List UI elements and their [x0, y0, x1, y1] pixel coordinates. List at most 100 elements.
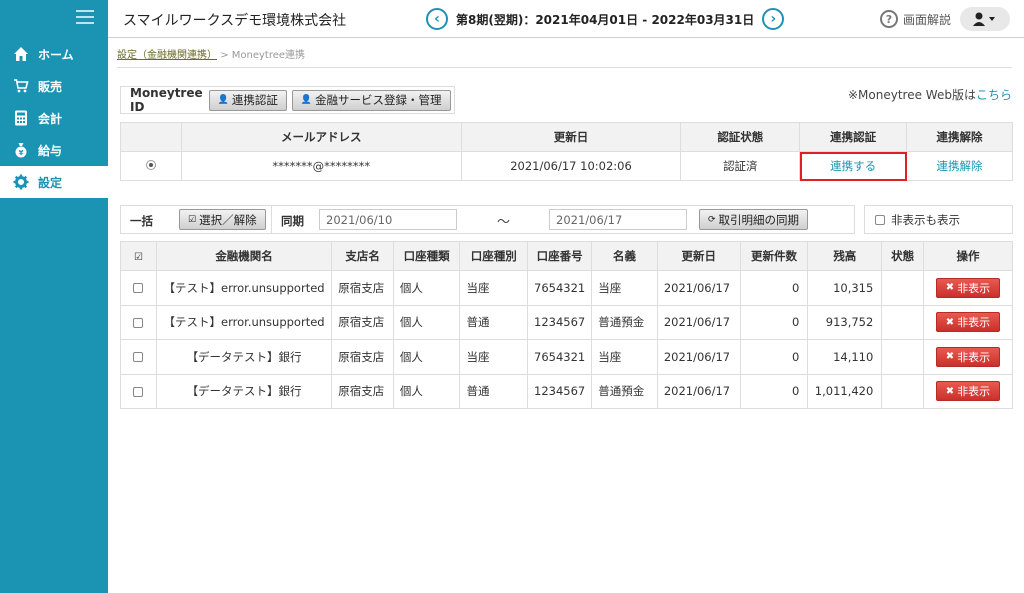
account-radio[interactable]: [145, 160, 156, 170]
col-header: 連携解除: [906, 122, 1013, 152]
sidebar-item-accounting[interactable]: 会計: [0, 102, 108, 134]
branch-cell: 原宿支店: [331, 270, 394, 306]
hide-button-label: 非表示: [957, 350, 991, 364]
help-label: 画面解説: [903, 12, 952, 27]
state-cell: [881, 373, 925, 409]
row-checkbox[interactable]: [133, 352, 144, 363]
bank-name-cell: 【データテスト】銀行: [155, 373, 333, 409]
money-bag-icon: ¥: [12, 141, 30, 159]
sidebar-item-payroll[interactable]: ¥ 給与: [0, 134, 108, 166]
date-from-input[interactable]: [319, 209, 457, 230]
sidebar-item-label: 会計: [38, 111, 63, 126]
sidebar-item-label: 販売: [38, 79, 63, 94]
account-holder-cell: 普通預金: [591, 304, 658, 340]
hide-button[interactable]: ✖ 非表示: [936, 346, 1000, 367]
balance-cell: 913,752: [807, 304, 883, 340]
checkbox-cell: [120, 373, 157, 409]
checkbox-cell: [120, 270, 157, 306]
account-number-cell: 1234567: [527, 304, 593, 340]
row-checkbox[interactable]: [133, 283, 144, 294]
col-header: 操作: [923, 241, 1013, 271]
prev-period-button[interactable]: ‹: [426, 8, 448, 30]
table-row: 【データテスト】銀行 原宿支店 個人 当座 7654321 当座 2021/06/17 0 14…: [120, 339, 1013, 375]
account-kind-cell: 個人: [392, 373, 461, 409]
account-type-cell: 普通: [459, 304, 529, 340]
range-tilde: ～: [497, 215, 511, 230]
manage-services-label: 金融サービス登録・管理: [315, 93, 442, 107]
next-period-button[interactable]: ›: [762, 8, 785, 30]
row-checkbox[interactable]: [133, 317, 144, 328]
person-icon: 👤: [217, 95, 229, 105]
web-version-note: ※Moneytree Web版はこちら: [848, 86, 1012, 103]
status-cell: 認証済: [680, 151, 801, 181]
user-menu-button[interactable]: [960, 7, 1010, 31]
account-list-table: ☑ 金融機関名 支店名 口座種類 口座種別 口座番号 名義 更新日 更新件数 残…: [120, 241, 1013, 409]
account-holder-cell: 普通預金: [591, 373, 658, 409]
close-icon: ✖: [945, 282, 955, 294]
balance-cell: 1,011,420: [807, 373, 883, 409]
toggle-select-button[interactable]: ☑ 選択／解除: [179, 209, 266, 230]
col-header: 金融機関名: [155, 241, 333, 271]
bulk-label: 一括: [130, 214, 153, 228]
updated-date-cell: 2021/06/17: [656, 339, 741, 375]
show-hidden-checkbox[interactable]: [875, 214, 885, 225]
update-count-cell: 0: [739, 373, 809, 409]
header: スマイルワークスデモ環境株式会社 ‹ 第8期(翌期)：2021年04月01日 -…: [108, 0, 1024, 38]
sync-transactions-button[interactable]: ⟳ 取引明細の同期: [699, 209, 809, 230]
unlink-account-link[interactable]: 連携解除: [937, 159, 983, 173]
account-type-cell: 当座: [459, 339, 529, 375]
help-button[interactable]: ? 画面解説: [880, 10, 951, 28]
svg-text:¥: ¥: [19, 149, 24, 157]
table-header-row: ☑ 金融機関名 支店名 口座種類 口座種別 口座番号 名義 更新日 更新件数 残…: [120, 241, 1013, 271]
updated-date-cell: 2021/06/17: [656, 304, 741, 340]
col-header: 支店名: [331, 241, 394, 271]
bank-name-cell: 【データテスト】銀行: [155, 339, 333, 375]
col-header: 口座番号: [527, 241, 593, 271]
sidebar-item-label: ホーム: [38, 47, 74, 62]
update-count-cell: 0: [739, 339, 809, 375]
breadcrumb-separator: >: [220, 50, 229, 61]
home-icon: [12, 45, 30, 63]
row-checkbox[interactable]: [133, 386, 144, 397]
breadcrumb: 設定（金融機関連携） > Moneytree連携: [117, 46, 305, 61]
sidebar-item-home[interactable]: ホーム: [0, 38, 108, 70]
account-number-cell: 7654321: [527, 270, 593, 306]
show-hidden-label: 非表示も表示: [891, 212, 960, 227]
account-type-cell: 普通: [459, 373, 529, 409]
table-header-row: メールアドレス 更新日 認証状態 連携認証 連携解除: [120, 122, 1013, 152]
email-cell: *******@********: [180, 151, 462, 181]
hide-button-label: 非表示: [957, 385, 991, 399]
divider: [271, 206, 272, 233]
account-type-cell: 当座: [459, 270, 529, 306]
account-kind-cell: 個人: [392, 339, 461, 375]
cart-icon: [12, 77, 30, 95]
link-account-link[interactable]: 連携する: [830, 159, 876, 173]
person-icon: 👤: [300, 95, 313, 105]
hide-button[interactable]: ✖ 非表示: [936, 381, 1000, 402]
show-hidden-toggle[interactable]: 非表示も表示: [864, 205, 1013, 234]
action-cell: ✖ 非表示: [923, 270, 1013, 306]
date-to-input[interactable]: [549, 209, 687, 230]
sidebar-item-sales[interactable]: 販売: [0, 70, 108, 102]
manage-services-button[interactable]: 👤 金融サービス登録・管理: [291, 89, 451, 111]
bank-name-cell: 【テスト】error.unsupported: [155, 304, 333, 340]
sync-period-label: 同期: [281, 214, 304, 228]
col-header: 口座種別: [459, 241, 529, 271]
checkbox-cell: [120, 304, 157, 340]
sidebar-item-settings[interactable]: 設定: [0, 166, 108, 198]
branch-cell: 原宿支店: [331, 339, 394, 375]
col-header: 残高: [807, 241, 883, 271]
question-icon: ?: [880, 10, 898, 28]
auth-button[interactable]: 👤 連携認証: [208, 89, 287, 111]
action-cell: ✖ 非表示: [923, 304, 1013, 340]
hide-button[interactable]: ✖ 非表示: [936, 277, 1000, 298]
action-cell: ✖ 非表示: [923, 373, 1013, 409]
hamburger-menu-icon[interactable]: [76, 10, 94, 24]
checkbox-cell: [120, 339, 157, 375]
hide-button[interactable]: ✖ 非表示: [936, 312, 1000, 333]
select-all-header[interactable]: ☑: [120, 241, 157, 271]
sync-transactions-label: 取引明細の同期: [718, 212, 800, 227]
breadcrumb-parent-link[interactable]: 設定（金融機関連携）: [117, 50, 217, 61]
close-icon: ✖: [945, 316, 955, 328]
web-version-link[interactable]: こちら: [976, 88, 1012, 102]
